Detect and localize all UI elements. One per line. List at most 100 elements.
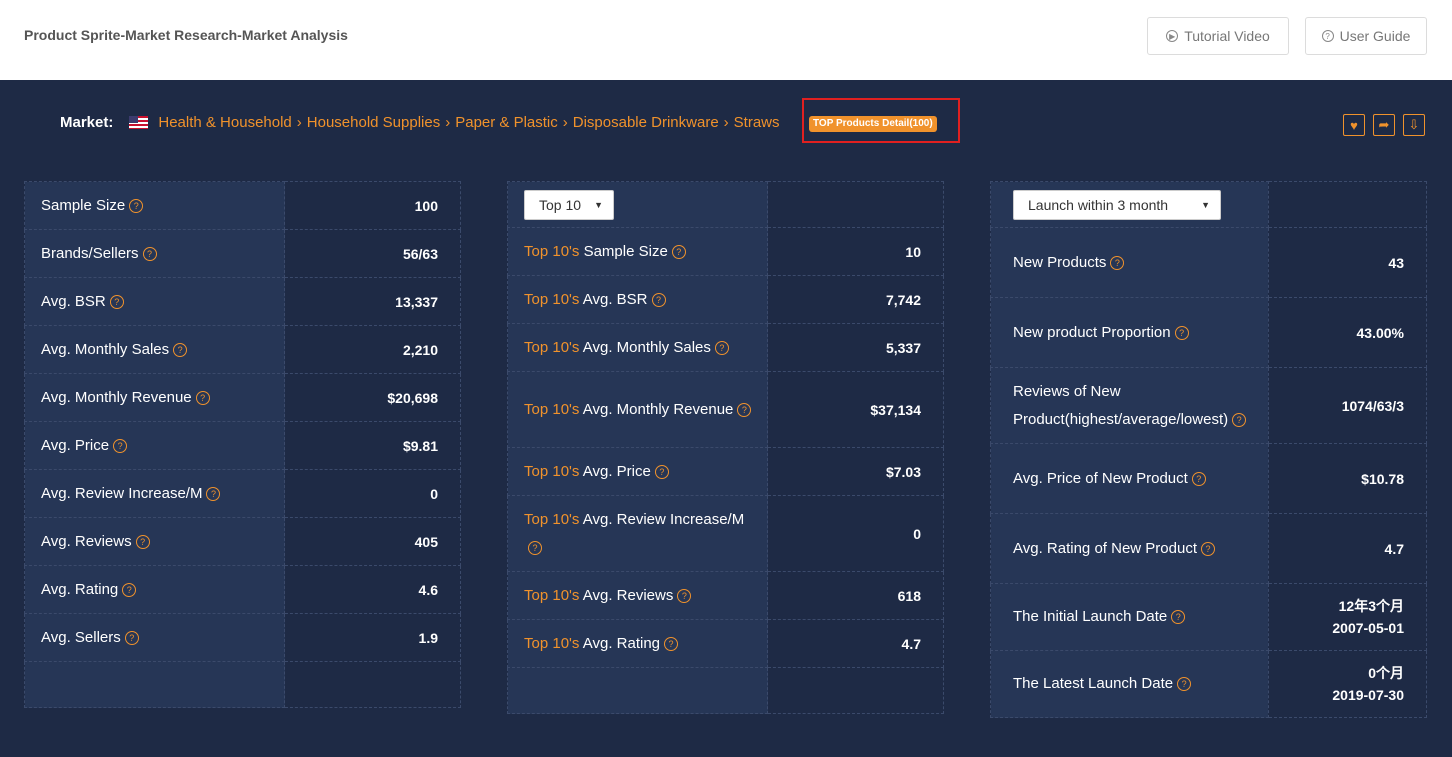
table-row: Top 10's Avg. Monthly Sales? 5,337 (506, 323, 944, 372)
favorite-button[interactable]: ♥ (1343, 114, 1365, 136)
breadcrumb-separator: › (296, 114, 302, 131)
table-row: New Products? 43 (990, 227, 1428, 298)
metric-value: 12年3个月 2007-05-01 (1267, 583, 1428, 651)
help-icon[interactable]: ? (124, 630, 139, 645)
breadcrumb-separator: › (562, 114, 568, 131)
help-icon[interactable]: ? (1174, 325, 1189, 340)
help-icon[interactable]: ? (135, 534, 150, 549)
breadcrumb-health-household[interactable]: Health & Household (158, 114, 291, 131)
table-row: Avg. Price of New Product? $10.78 (990, 443, 1428, 514)
help-icon[interactable]: ? (528, 540, 542, 555)
empty-cell (284, 661, 461, 708)
launch-period-select[interactable]: Launch within 3 month ▼ (1013, 189, 1221, 220)
metric-value: 0 (767, 495, 944, 572)
help-icon[interactable]: ? (129, 198, 144, 213)
share-button[interactable]: ➦ (1373, 114, 1395, 136)
help-icon[interactable]: ? (113, 438, 128, 453)
metric-label: Avg. BSR? (23, 277, 286, 326)
table-row: Brands/Sellers? 56/63 (23, 229, 461, 278)
table-row: Avg. Reviews? 405 (23, 517, 461, 566)
table-row: Avg. BSR? 13,337 (23, 277, 461, 326)
table-row: The Initial Launch Date? 12年3个月 2007-05-01 (990, 583, 1428, 651)
breadcrumb-paper-plastic[interactable]: Paper & Plastic (455, 114, 558, 131)
metric-value: 618 (767, 571, 944, 620)
help-icon[interactable]: ? (1177, 677, 1192, 692)
metric-label: Avg. Price? (23, 421, 286, 470)
metric-label: Top 10's Avg. BSR? (506, 275, 769, 324)
help-icon[interactable]: ? (1171, 610, 1186, 625)
metric-label: Sample Size? (23, 181, 286, 230)
metric-label: The Initial Launch Date? (990, 583, 1269, 651)
help-icon[interactable]: ? (122, 582, 137, 597)
help-icon: ? (1321, 30, 1334, 42)
help-icon[interactable]: ? (1191, 471, 1206, 486)
table-row: Top 10's Avg. Rating? 4.7 (506, 619, 944, 668)
metric-value: 405 (284, 517, 461, 566)
market-breadcrumb: Market: Health & Household › Household S… (60, 114, 780, 131)
breadcrumb-straws[interactable]: Straws (734, 114, 780, 131)
new-launch-table: Launch within 3 month ▼ New Products? 43 N… (990, 181, 1428, 718)
help-icon[interactable]: ? (737, 402, 752, 417)
user-guide-label: User Guide (1339, 28, 1411, 44)
metric-value: 100 (284, 181, 461, 230)
help-icon[interactable]: ? (195, 390, 210, 405)
help-icon[interactable]: ? (654, 464, 669, 479)
breadcrumb-household-supplies[interactable]: Household Supplies (307, 114, 440, 131)
help-icon[interactable]: ? (677, 588, 692, 603)
metric-value: 4.7 (1267, 513, 1428, 584)
top-n-select[interactable]: Top 10 ▼ (524, 189, 614, 220)
help-icon[interactable]: ? (671, 244, 686, 259)
metric-value: 0 (284, 469, 461, 518)
empty-cell (767, 667, 944, 714)
help-icon[interactable]: ? (206, 486, 221, 501)
help-icon[interactable]: ? (714, 340, 729, 355)
empty-cell (506, 667, 769, 714)
table-row: Avg. Rating? 4.6 (23, 565, 461, 614)
metric-label: New Products? (990, 227, 1269, 298)
help-icon[interactable]: ? (109, 294, 124, 309)
help-icon[interactable]: ? (651, 292, 666, 307)
help-icon[interactable]: ? (173, 342, 188, 357)
help-icon[interactable]: ? (1110, 255, 1125, 270)
metric-label: Avg. Monthly Revenue? (23, 373, 286, 422)
us-flag-icon (129, 116, 149, 129)
help-icon[interactable]: ? (1232, 412, 1247, 427)
metric-value: 5,337 (767, 323, 944, 372)
user-guide-button[interactable]: ? User Guide (1305, 17, 1427, 55)
breadcrumb-disposable-drinkware[interactable]: Disposable Drinkware (573, 114, 719, 131)
metric-value: 43 (1267, 227, 1428, 298)
metric-label: Avg. Review Increase/M? (23, 469, 286, 518)
top-products-detail-badge[interactable]: TOP Products Detail(100) (809, 116, 937, 132)
metric-label: Avg. Rating of New Product? (990, 513, 1269, 584)
selector-cell: Top 10 ▼ (506, 181, 769, 228)
tutorial-video-button[interactable]: ▶ Tutorial Video (1147, 17, 1289, 55)
breadcrumb-separator: › (445, 114, 451, 131)
help-icon[interactable]: ? (664, 636, 679, 651)
help-icon[interactable]: ? (1200, 541, 1215, 556)
table-row: Top 10 ▼ (506, 181, 944, 228)
table-row: Avg. Sellers? 1.9 (23, 613, 461, 662)
metric-label: Avg. Reviews? (23, 517, 286, 566)
help-icon[interactable]: ? (142, 246, 157, 261)
table-row: Top 10's Avg. BSR? 7,742 (506, 275, 944, 324)
duration-value: 12年3个月 (1338, 598, 1404, 614)
share-icon: ➦ (1378, 117, 1390, 132)
metric-value: 0个月 2019-07-30 (1267, 650, 1428, 718)
download-button[interactable]: ⇩ (1403, 114, 1425, 136)
metric-value: 4.7 (767, 619, 944, 668)
date-value: 2019-07-30 (1332, 687, 1404, 703)
market-label: Market: (60, 114, 114, 131)
date-value: 2007-05-01 (1332, 620, 1404, 636)
metric-value: $10.78 (1267, 443, 1428, 514)
table-row: Top 10's Sample Size? 10 (506, 227, 944, 276)
metric-value: 7,742 (767, 275, 944, 324)
metric-value: 4.6 (284, 565, 461, 614)
metric-value: 56/63 (284, 229, 461, 278)
metric-label: Reviews of New Product(highest/average/l… (990, 367, 1269, 444)
table-row: Avg. Price? $9.81 (23, 421, 461, 470)
page-title: Product Sprite-Market Research-Market An… (24, 27, 348, 43)
metric-value: 13,337 (284, 277, 461, 326)
metric-value: 2,210 (284, 325, 461, 374)
metric-label: The Latest Launch Date? (990, 650, 1269, 718)
table-row: Sample Size? 100 (23, 181, 461, 230)
